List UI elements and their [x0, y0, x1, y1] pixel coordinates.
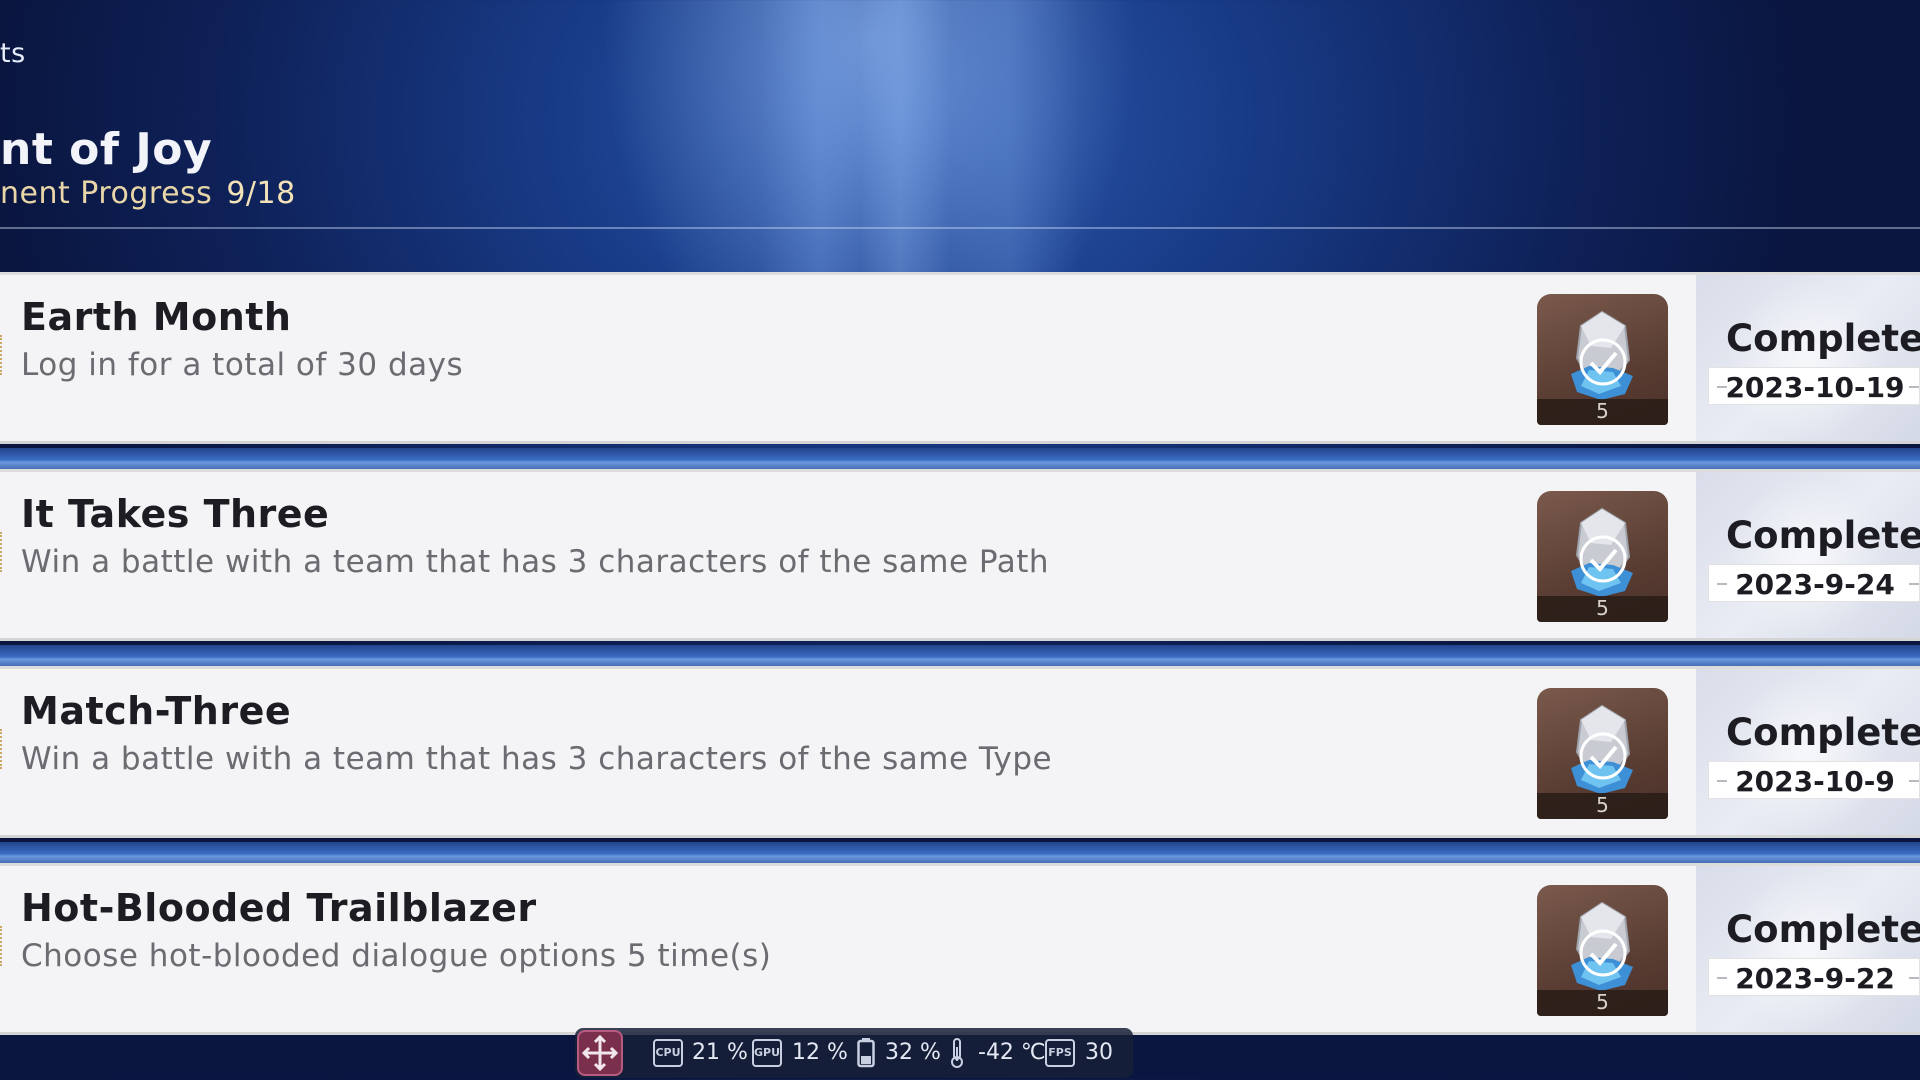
status-panel: Completed 2023-9-22 — [1696, 863, 1920, 1035]
achievement-description: Choose hot-blooded dialogue options 5 ti… — [21, 938, 772, 974]
achievement-progress: nent Progress 9/18 — [0, 176, 296, 211]
reward-quantity: 5 — [1596, 990, 1609, 1014]
cpu-usage: 21 % — [692, 1040, 748, 1065]
gpu-usage: 12 % — [792, 1040, 848, 1065]
temperature: -42 ℃ — [978, 1040, 1046, 1065]
fps-icon: FPS — [1045, 1039, 1075, 1067]
move-arrows-icon — [581, 1034, 619, 1072]
achievement-description: Log in for a total of 30 days — [21, 347, 464, 383]
achievement-description: Win a battle with a team that has 3 char… — [21, 544, 1050, 580]
achievement-card[interactable]: Hot-Blooded Trailblazer Choose hot-blood… — [0, 863, 1696, 1035]
header-divider — [0, 227, 1920, 229]
achievement-name: It Takes Three — [21, 492, 330, 536]
dash-decoration — [1909, 780, 1919, 782]
completion-date-box: 2023-9-22 — [1708, 958, 1920, 996]
status-completed: Completed — [1726, 514, 1920, 557]
reward-item[interactable]: 5 — [1537, 885, 1668, 1016]
achievement-row[interactable]: It Takes Three Win a battle with a team … — [0, 469, 1920, 641]
reward-quantity: 5 — [1596, 793, 1609, 817]
achievement-row[interactable]: Match-Three Win a battle with a team tha… — [0, 666, 1920, 838]
completion-date: 2023-10-19 — [1725, 371, 1905, 404]
fps-value: 30 — [1085, 1040, 1113, 1065]
checkmark-icon — [1579, 732, 1627, 780]
completion-date-box: 2023-10-9 — [1708, 761, 1920, 799]
checkmark-icon — [1579, 338, 1627, 386]
dash-decoration — [1909, 583, 1919, 585]
battery-level: 32 % — [885, 1040, 941, 1065]
achievement-name: Hot-Blooded Trailblazer — [21, 886, 537, 930]
reward-item[interactable]: 5 — [1537, 294, 1668, 425]
progress-label: nent Progress — [0, 176, 213, 211]
overlay-move-button[interactable] — [577, 1030, 623, 1076]
cpu-icon: CPU — [653, 1039, 683, 1067]
achievement-card[interactable]: Match-Three Win a battle with a team tha… — [0, 666, 1696, 838]
reward-quantity: 5 — [1596, 596, 1609, 620]
reward-item[interactable]: 5 — [1537, 491, 1668, 622]
battery-icon — [857, 1038, 875, 1068]
progress-count: 9/18 — [226, 176, 296, 211]
status-completed: Completed — [1726, 711, 1920, 754]
edge-marker — [0, 532, 4, 572]
status-completed: Completed — [1726, 908, 1920, 951]
completion-date-box: 2023-10-19 — [1708, 367, 1920, 405]
achievement-description: Win a battle with a team that has 3 char… — [21, 741, 1053, 777]
completion-date: 2023-9-22 — [1735, 962, 1895, 995]
checkmark-icon — [1579, 929, 1627, 977]
edge-marker — [0, 729, 4, 769]
breadcrumb: ts — [0, 38, 26, 69]
dash-decoration — [1909, 977, 1919, 979]
reward-item[interactable]: 5 — [1537, 688, 1668, 819]
page-title: nt of Joy — [0, 124, 213, 175]
achievement-row[interactable]: Earth Month Log in for a total of 30 day… — [0, 272, 1920, 444]
thermometer-icon — [951, 1038, 963, 1068]
status-panel: Completed 2023-10-9 — [1696, 666, 1920, 838]
edge-marker — [0, 926, 4, 966]
achievement-name: Earth Month — [21, 295, 292, 339]
reward-quantity: 5 — [1596, 399, 1609, 423]
edge-marker — [0, 335, 4, 375]
status-completed: Completed — [1726, 317, 1920, 360]
dash-decoration — [1909, 386, 1919, 388]
completion-date: 2023-9-24 — [1735, 568, 1895, 601]
background-light-rays — [0, 0, 1920, 280]
completion-date: 2023-10-9 — [1735, 765, 1895, 798]
achievement-card[interactable]: It Takes Three Win a battle with a team … — [0, 469, 1696, 641]
status-panel: Completed 2023-10-19 — [1696, 272, 1920, 444]
performance-overlay: CPU 21 % GPU 12 % 32 % -42 ℃ FPS 30 — [575, 1028, 1133, 1078]
achievement-name: Match-Three — [21, 689, 292, 733]
completion-date-box: 2023-9-24 — [1708, 564, 1920, 602]
checkmark-icon — [1579, 535, 1627, 583]
status-panel: Completed 2023-9-24 — [1696, 469, 1920, 641]
achievement-row[interactable]: Hot-Blooded Trailblazer Choose hot-blood… — [0, 863, 1920, 1035]
gpu-icon: GPU — [752, 1039, 782, 1067]
achievement-card[interactable]: Earth Month Log in for a total of 30 day… — [0, 272, 1696, 444]
